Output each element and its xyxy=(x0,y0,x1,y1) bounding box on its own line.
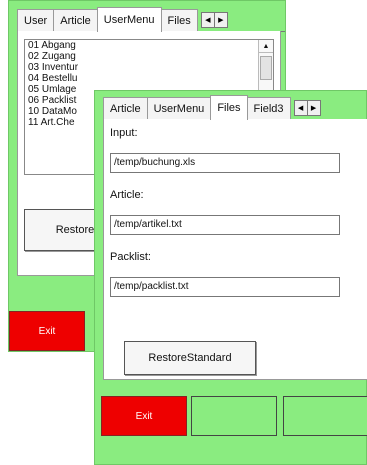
tab-scroll-left-icon[interactable]: ◀ xyxy=(293,100,308,116)
tab-usermenu[interactable]: UserMenu xyxy=(96,7,162,32)
article-label: Article: xyxy=(110,189,144,201)
list-item[interactable]: 01 Abgang xyxy=(25,40,273,51)
packlist-path-field[interactable]: /temp/packlist.txt xyxy=(110,277,340,297)
scroll-up-icon[interactable]: ▲ xyxy=(259,40,273,53)
article-path-field[interactable]: /temp/artikel.txt xyxy=(110,215,340,235)
packlist-label: Packlist: xyxy=(110,251,151,263)
tab-scroll-right-icon[interactable]: ▶ xyxy=(306,100,321,116)
back-tabbar: User Article UserMenu Files ◀ ▶ xyxy=(17,7,285,32)
tab-user[interactable]: User xyxy=(17,9,55,31)
input-label: Input: xyxy=(110,127,138,139)
tab-scroll-left-icon[interactable]: ◀ xyxy=(200,12,215,28)
input-path-field[interactable]: /temp/buchung.xls xyxy=(110,153,340,173)
tab-usermenu[interactable]: UserMenu xyxy=(146,97,212,119)
tab-article[interactable]: Article xyxy=(103,97,148,119)
empty-button-3[interactable] xyxy=(283,396,367,436)
tab-field3[interactable]: Field3 xyxy=(246,97,291,119)
tab-scroll-right-icon[interactable]: ▶ xyxy=(213,12,228,28)
restore-standard-button[interactable]: RestoreStandard xyxy=(124,341,256,375)
tab-article[interactable]: Article xyxy=(53,9,98,31)
scroll-thumb[interactable] xyxy=(260,56,272,80)
files-panel: Input: /temp/buchung.xls Article: /temp/… xyxy=(103,119,367,380)
front-tabbar: Article UserMenu Files Field3 ◀ ▶ xyxy=(103,95,366,120)
list-item[interactable]: 02 Zugang xyxy=(25,51,273,62)
tab-scroll-arrows: ◀ ▶ xyxy=(293,97,321,119)
back-exit-button[interactable]: Exit xyxy=(9,311,85,351)
list-item[interactable]: 04 Bestellu xyxy=(25,73,273,84)
tab-files[interactable]: Files xyxy=(160,9,198,31)
list-item[interactable]: 03 Inventur xyxy=(25,62,273,73)
front-exit-button[interactable]: Exit xyxy=(101,396,187,436)
tab-files[interactable]: Files xyxy=(210,95,248,120)
empty-button-2[interactable] xyxy=(191,396,277,436)
tab-scroll-arrows: ◀ ▶ xyxy=(200,9,228,31)
front-window: Article UserMenu Files Field3 ◀ ▶ Input:… xyxy=(94,90,367,465)
